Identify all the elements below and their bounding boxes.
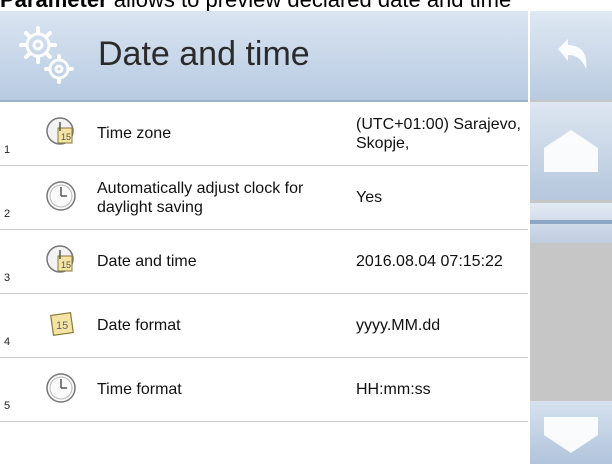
row-value: HH:mm:ss bbox=[356, 381, 431, 398]
scrollbar-thumb[interactable] bbox=[530, 203, 612, 243]
settings-screen: Date and time 1 15 Time zone (UTC+01:00)… bbox=[0, 11, 612, 464]
list-item-dst[interactable]: 2 Automatically adjust clock for dayligh… bbox=[0, 166, 528, 230]
calendar-clock-icon: 15 bbox=[46, 117, 74, 145]
page-title: Date and time bbox=[98, 35, 310, 73]
caption-rest: allows to preview declared date and time bbox=[108, 0, 511, 11]
back-button[interactable] bbox=[530, 11, 612, 100]
row-number: 3 bbox=[4, 272, 11, 284]
caption-bold: Parameter bbox=[0, 0, 108, 11]
list-item-date-and-time[interactable]: 3 15 Date and time 2016.08.04 07:15:22 bbox=[0, 230, 528, 294]
row-value: (UTC+01:00) Sarajevo, Skopje, bbox=[356, 115, 521, 152]
calendar-icon: 15 bbox=[50, 312, 74, 336]
up-arrow-icon bbox=[544, 130, 598, 172]
caption-text: Parameter allows to preview declared dat… bbox=[0, 0, 612, 11]
row-label: Time format bbox=[97, 381, 182, 398]
down-arrow-icon bbox=[544, 417, 598, 453]
row-value: yyyy.MM.dd bbox=[356, 317, 441, 334]
row-value: 2016.08.04 07:15:22 bbox=[356, 253, 503, 270]
row-value: Yes bbox=[356, 189, 383, 206]
back-arrow-icon bbox=[558, 39, 587, 69]
settings-list: 1 15 Time zone (UTC+01:00) Sarajevo, Sko… bbox=[0, 102, 528, 422]
header: Date and time bbox=[0, 11, 528, 102]
scroll-down-button[interactable] bbox=[530, 401, 612, 464]
calendar-clock-icon: 15 bbox=[46, 245, 74, 273]
scroll-up-button[interactable] bbox=[530, 102, 612, 200]
sidebar bbox=[530, 11, 612, 464]
row-label: Date format bbox=[97, 317, 181, 334]
row-number: 4 bbox=[4, 336, 11, 348]
svg-text:15: 15 bbox=[61, 132, 71, 142]
gears-icon bbox=[19, 26, 74, 84]
clock-icon bbox=[46, 181, 76, 211]
row-number: 5 bbox=[4, 400, 11, 412]
row-number: 1 bbox=[4, 144, 11, 156]
clock-icon bbox=[46, 373, 76, 403]
list-item-date-format[interactable]: 4 15 Date format yyyy.MM.dd bbox=[0, 294, 528, 358]
list-item-time-zone[interactable]: 1 15 Time zone (UTC+01:00) Sarajevo, Sko… bbox=[0, 102, 528, 166]
row-number: 2 bbox=[4, 208, 11, 220]
row-label: Date and time bbox=[97, 253, 197, 270]
svg-text:15: 15 bbox=[56, 320, 68, 332]
svg-text:15: 15 bbox=[61, 260, 71, 270]
row-label: Automatically adjust clock for daylight … bbox=[97, 179, 304, 216]
row-label: Time zone bbox=[97, 125, 172, 142]
list-item-time-format[interactable]: 5 Time format HH:mm:ss bbox=[0, 358, 528, 422]
scrollbar-groove bbox=[530, 220, 612, 224]
